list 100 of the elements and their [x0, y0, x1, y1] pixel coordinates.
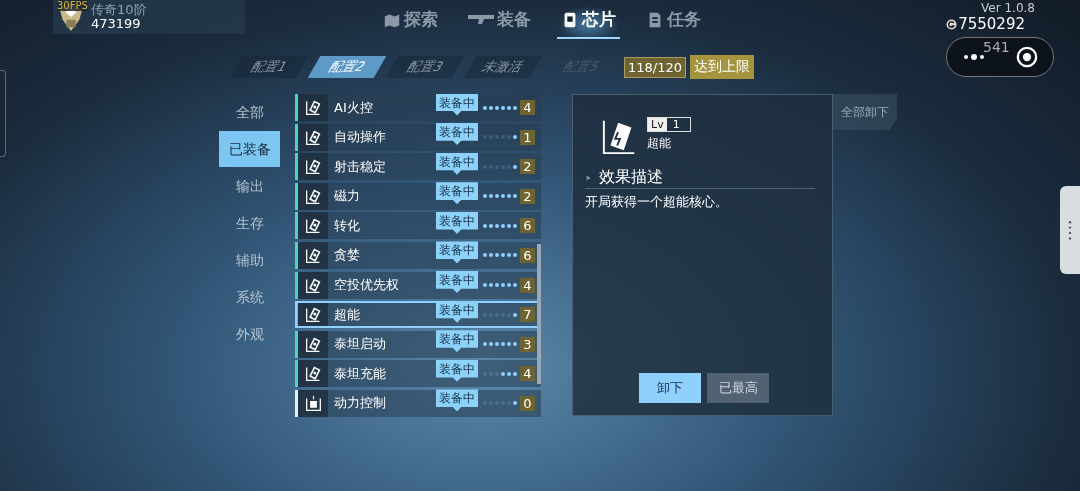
level-badge: 6: [520, 218, 535, 234]
dot-icon: [495, 283, 499, 288]
equipped-tag: 装备中: [436, 123, 478, 146]
action-button[interactable]: 卸下: [639, 373, 701, 403]
dot-icon: [507, 223, 511, 228]
dot-icon: [483, 105, 487, 110]
dot-icon: [489, 283, 493, 288]
dot-icon: [513, 194, 517, 199]
chip-name: 射击稳定: [334, 157, 387, 176]
dot-icon: [489, 342, 493, 347]
chip-icon: [304, 365, 322, 383]
dot-icon: [513, 342, 517, 347]
gem-amount: 541: [983, 39, 1010, 55]
chip-title: 超能: [647, 135, 672, 152]
chip-row[interactable]: 射击稳定 装备中 2: [295, 153, 541, 181]
category-tab[interactable]: 辅助: [219, 242, 280, 278]
dot-icon: [501, 253, 505, 258]
dot-icon: [501, 105, 505, 110]
level-badge: 4: [520, 366, 535, 382]
equipped-tag: 装备中: [436, 211, 478, 234]
chip-name: 磁力: [334, 187, 361, 206]
dot-icon: [513, 253, 517, 258]
config-tab[interactable]: 未激活: [463, 56, 543, 78]
dot-icon: [513, 283, 517, 288]
dot-icon: [483, 223, 487, 228]
dot-icon: [489, 105, 493, 110]
dot-icon: [495, 342, 499, 347]
level-badge: 2: [520, 188, 535, 204]
equipped-tag: 装备中: [436, 94, 478, 116]
equipped-tag: 装备中: [436, 359, 478, 382]
nav-tab[interactable]: 装备: [464, 6, 535, 39]
nav-tab[interactable]: 任务: [642, 6, 705, 39]
dot-icon: [495, 253, 499, 258]
record-icon[interactable]: [1016, 46, 1038, 68]
dot-icon: [507, 342, 511, 347]
limit-badge: 达到上限: [690, 55, 754, 79]
fps-counter: 30FPS: [57, 0, 88, 11]
module-icon: [304, 394, 322, 412]
category-tab[interactable]: 输出: [219, 168, 280, 204]
equipped-tag: 装备中: [436, 389, 478, 412]
chip-icon: [304, 217, 322, 235]
chip-row[interactable]: 泰坦充能 装备中 4: [295, 360, 541, 388]
config-tab[interactable]: 配置3: [385, 56, 465, 78]
dot-icon: [513, 135, 517, 140]
currency-amount: 7550292: [958, 15, 1025, 33]
category-tab[interactable]: 全部: [219, 94, 280, 130]
dot-icon: [495, 105, 499, 110]
chip-row[interactable]: 贪婪 装备中 6: [295, 241, 541, 269]
chip-row[interactable]: 自动操作 装备中 1: [295, 123, 541, 151]
dot-icon: [513, 371, 517, 376]
level-badge: 4: [520, 100, 535, 115]
chip-name: 自动操作: [334, 128, 387, 147]
category-tab[interactable]: 已装备: [219, 131, 280, 167]
dot-icon: [513, 164, 517, 169]
category-tab[interactable]: 生存: [219, 205, 280, 241]
chip-icon: [304, 246, 322, 264]
chip-row[interactable]: 转化 装备中 6: [295, 212, 541, 240]
chip-row[interactable]: 动力控制 装备中 0: [295, 389, 541, 417]
nav-tab[interactable]: 芯片: [557, 6, 620, 39]
effect-description: 开局获得一个超能核心。: [585, 193, 729, 211]
dot-icon: [483, 253, 487, 258]
chip-icon: [304, 276, 322, 294]
more-icon[interactable]: [962, 52, 986, 62]
category-tab[interactable]: 外观: [219, 316, 280, 352]
level-badge: 6: [520, 247, 535, 263]
dot-icon: [483, 283, 487, 288]
chip-name: 泰坦充能: [334, 364, 387, 383]
dot-icon: [501, 283, 505, 288]
scrollbar[interactable]: [537, 244, 541, 384]
chip-name: 动力控制: [334, 394, 387, 413]
level-badge: 2: [520, 159, 535, 175]
coin-icon: [946, 18, 958, 30]
side-drawer-handle[interactable]: [1060, 186, 1080, 274]
dot-icon: [507, 253, 511, 258]
dot-icon: [489, 253, 493, 258]
capacity-badge: 118/120: [624, 56, 686, 78]
chip-name: 转化: [334, 216, 361, 235]
unequip-all-tab[interactable]: 全部卸下: [833, 94, 897, 130]
dot-icon: [507, 283, 511, 288]
rifle-icon: [468, 15, 494, 24]
dot-icon: [507, 105, 511, 110]
dot-icon: [483, 342, 487, 347]
level-badge: 4: [520, 277, 535, 293]
category-tab[interactable]: 系统: [219, 279, 280, 315]
dot-icon: [501, 194, 505, 199]
dot-icon: [507, 194, 511, 199]
chip-name: 超能: [334, 305, 361, 324]
equipped-tag: 装备中: [436, 241, 478, 264]
config-tab[interactable]: 配置1: [229, 56, 309, 78]
equipped-tag: 装备中: [436, 152, 478, 175]
section-title: 效果描述: [599, 167, 663, 188]
rank-score: 473199: [91, 17, 142, 31]
nav-tab[interactable]: 探索: [379, 6, 442, 39]
chip-row[interactable]: AI火控 装备中 4: [295, 94, 541, 121]
chip-name: 泰坦启动: [334, 335, 387, 354]
equipped-tag: 装备中: [436, 182, 478, 205]
side-handle[interactable]: [0, 70, 6, 157]
dot-icon: [501, 342, 505, 347]
chip-row[interactable]: 磁力 装备中 2: [295, 182, 541, 210]
chip-icon: [304, 158, 322, 176]
